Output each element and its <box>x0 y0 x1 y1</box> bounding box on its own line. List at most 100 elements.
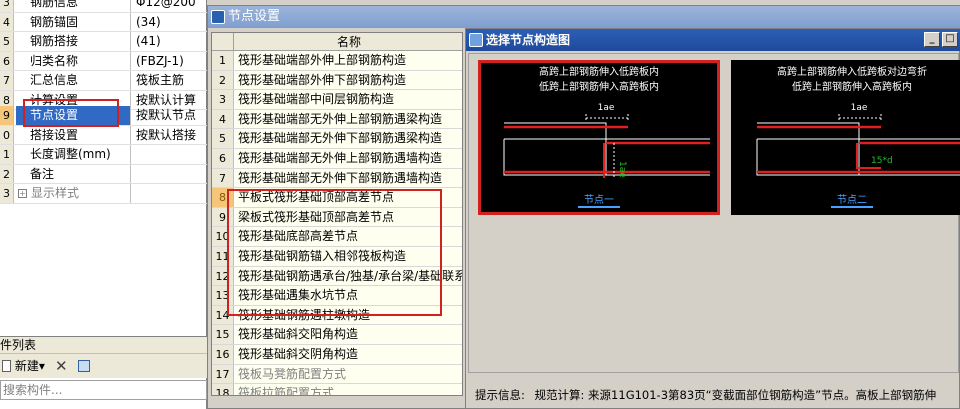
node-row-name[interactable]: 筏形基础端部外伸上部钢筋构造 <box>235 51 462 70</box>
maximize-button[interactable]: □ <box>942 32 958 47</box>
picker-title-bar[interactable]: 选择节点构造图 _ □ <box>466 29 960 51</box>
property-name: 钢筋锚固 <box>16 12 131 31</box>
node-2-label: 节点二 <box>837 194 867 206</box>
node-row-name[interactable]: 筏形基础遇集水坑节点 <box>235 286 462 305</box>
node-row-name[interactable]: 筏形基础底部高差节点 <box>235 227 462 246</box>
property-value[interactable] <box>133 145 207 164</box>
node-row-name[interactable]: 筏板拉筋配置方式 <box>235 384 462 395</box>
node-row[interactable]: 17 筏板马凳筋配置方式 <box>212 364 462 385</box>
node-row-number: 4 <box>212 109 234 129</box>
node-option-2[interactable]: 高跨上部钢筋伸入低跨板对边弯折 低跨上部钢筋伸入高跨板内 1ae 15*d 节点… <box>731 60 960 215</box>
node-row[interactable]: 18 筏板拉筋配置方式 <box>212 384 462 395</box>
property-value[interactable]: (34) <box>133 13 207 32</box>
property-value[interactable] <box>133 165 207 184</box>
property-value[interactable]: (FBZJ-1) <box>133 52 207 71</box>
node-row-number: 17 <box>212 364 234 384</box>
property-row[interactable]: 4 钢筋锚固 (34) <box>0 12 207 32</box>
property-row-node-setting[interactable]: 9 节点设置 按默认节点 <box>0 106 207 126</box>
node-option-1[interactable]: 高跨上部钢筋伸入低跨板内 低跨上部钢筋伸入高跨板内 1ae 1ae 节点一 <box>478 60 720 215</box>
minimize-button[interactable]: _ <box>924 32 940 47</box>
node-row-name[interactable]: 筏形基础端部外伸下部钢筋构造 <box>235 70 462 90</box>
node-row[interactable]: 13 筏形基础遇集水坑节点 <box>212 286 462 306</box>
node-row-name[interactable]: 筏形基础钢筋遇承台/独基/承台梁/基础联系梁 <box>235 266 462 286</box>
node-row-name[interactable]: 筏形基础斜交阴角构造 <box>235 345 462 364</box>
new-button-label: 新建 <box>14 359 39 373</box>
property-name: 汇总信息 <box>16 71 131 90</box>
property-row-display-style[interactable]: 3 + 显示样式 <box>0 184 207 204</box>
dropdown-arrow-icon: ▾ <box>38 359 45 373</box>
node-row-name[interactable]: 筏板马凳筋配置方式 <box>235 364 462 384</box>
dialog-title: 节点设置 <box>228 9 281 24</box>
node-picker-area: 高跨上部钢筋伸入低跨板内 低跨上部钢筋伸入高跨板内 1ae 1ae 节点一 高跨… <box>468 53 960 373</box>
property-value[interactable]: 筏板主筋 <box>133 71 207 90</box>
node-row-number: 15 <box>212 325 234 344</box>
property-row[interactable]: 5 钢筋搭接 (41) <box>0 32 207 52</box>
new-component-button[interactable]: 新建▾ <box>0 354 45 378</box>
property-row[interactable]: 3 钢筋信息 Φ12@200 <box>0 0 207 13</box>
picker-title: 选择节点构造图 <box>486 33 571 47</box>
node-row[interactable]: 6 筏形基础端部无外伸上部钢筋遇墙构造 <box>212 149 462 169</box>
table-header: 名称 <box>212 33 462 51</box>
delete-icon[interactable]: ✕ <box>55 354 68 378</box>
node-row[interactable]: 5 筏形基础端部无外伸下部钢筋遇梁构造 <box>212 129 462 149</box>
property-name[interactable]: + 显示样式 <box>16 184 131 203</box>
node-row[interactable]: 2 筏形基础端部外伸下部钢筋构造 <box>212 70 462 91</box>
node-row-number: 10 <box>212 227 234 246</box>
node-row[interactable]: 12 筏形基础钢筋遇承台/独基/承台梁/基础联系梁 <box>212 266 462 287</box>
node-2-dim-2: 15*d <box>871 156 893 166</box>
screen: 3 钢筋信息 Φ12@200 4 钢筋锚固 (34) 5 钢筋搭接 (41) 6… <box>0 0 960 409</box>
property-name-text: 显示样式 <box>31 186 80 200</box>
expand-icon[interactable]: + <box>18 189 27 198</box>
node-row-number: 3 <box>212 90 234 109</box>
property-name: 备注 <box>16 164 131 183</box>
row-number: 3 <box>0 184 14 203</box>
node-row-name[interactable]: 筏形基础端部无外伸下部钢筋遇梁构造 <box>235 129 462 148</box>
node-row-name[interactable]: 梁板式筏形基础顶部高差节点 <box>235 207 462 227</box>
node-row[interactable]: 10 筏形基础底部高差节点 <box>212 227 462 247</box>
node-row[interactable]: 8 平板式筏形基础顶部高差节点 <box>212 188 462 208</box>
node-row-name[interactable]: 平板式筏形基础顶部高差节点 <box>235 188 462 207</box>
app-icon <box>469 33 483 47</box>
node-row-number: 12 <box>212 266 234 286</box>
node-row-name[interactable]: 筏形基础钢筋遇柱墩构造 <box>235 305 462 325</box>
node-row-number: 14 <box>212 305 234 325</box>
node-1-caption-1: 高跨上部钢筋伸入低跨板内 <box>539 65 659 78</box>
node-2-diagram: 高跨上部钢筋伸入低跨板对边弯折 低跨上部钢筋伸入高跨板内 1ae 15*d 节点… <box>756 65 960 208</box>
app-icon <box>211 10 225 24</box>
node-row[interactable]: 3 筏形基础端部中间层钢筋构造 <box>212 90 462 110</box>
node-row-name[interactable]: 筏形基础端部中间层钢筋构造 <box>235 90 462 109</box>
node-row[interactable]: 1 筏形基础端部外伸上部钢筋构造 <box>212 51 462 71</box>
node-row[interactable]: 4 筏形基础端部无外伸上部钢筋遇梁构造 <box>212 109 462 130</box>
property-value <box>133 184 207 203</box>
node-row-name[interactable]: 筏形基础端部无外伸上部钢筋遇梁构造 <box>235 109 462 129</box>
dialog-title-bar[interactable]: 节点设置 <box>208 6 960 28</box>
node-row-number: 16 <box>212 345 234 364</box>
property-value[interactable]: 按默认搭接 <box>133 126 207 145</box>
node-row[interactable]: 14 筏形基础钢筋遇柱墩构造 <box>212 305 462 326</box>
node-row-name[interactable]: 筏形基础端部无外伸上部钢筋遇墙构造 <box>235 149 462 168</box>
property-value[interactable]: Φ12@200 <box>133 0 207 12</box>
component-search-input[interactable]: 搜索构件... <box>0 380 207 400</box>
property-row[interactable]: 0 搭接设置 按默认搭接 <box>0 125 207 145</box>
node-row[interactable]: 9 梁板式筏形基础顶部高差节点 <box>212 207 462 228</box>
property-row[interactable]: 1 长度调整(mm) <box>0 145 207 165</box>
node-1-dim-2: 1ae <box>617 161 627 178</box>
node-row-number: 18 <box>212 384 234 395</box>
node-picker-window: 选择节点构造图 _ □ 高跨上部钢筋伸入低跨板内 低跨上部钢筋伸入高跨板内 1a… <box>465 28 960 409</box>
row-number: 0 <box>0 125 14 144</box>
property-row[interactable]: 2 备注 <box>0 164 207 184</box>
node-row[interactable]: 16 筏形基础斜交阴角构造 <box>212 345 462 365</box>
node-row-name[interactable]: 筏形基础钢筋锚入相邻筏板构造 <box>235 247 462 266</box>
row-number: 9 <box>0 106 14 125</box>
property-row[interactable]: 7 汇总信息 筏板主筋 <box>0 71 207 91</box>
node-row-name[interactable]: 筏形基础斜交阳角构造 <box>235 325 462 344</box>
property-row[interactable]: 6 归类名称 (FBZJ-1) <box>0 51 207 71</box>
node-row[interactable]: 7 筏形基础端部无外伸下部钢筋遇墙构造 <box>212 168 462 189</box>
property-value[interactable]: 按默认节点 <box>133 106 207 125</box>
property-value[interactable]: (41) <box>133 32 207 51</box>
node-row[interactable]: 15 筏形基础斜交阳角构造 <box>212 325 462 345</box>
node-row[interactable]: 11 筏形基础钢筋锚入相邻筏板构造 <box>212 247 462 267</box>
node-row-name[interactable]: 筏形基础端部无外伸下部钢筋遇墙构造 <box>235 168 462 188</box>
copy-icon[interactable] <box>78 360 90 372</box>
row-number: 2 <box>0 164 14 183</box>
